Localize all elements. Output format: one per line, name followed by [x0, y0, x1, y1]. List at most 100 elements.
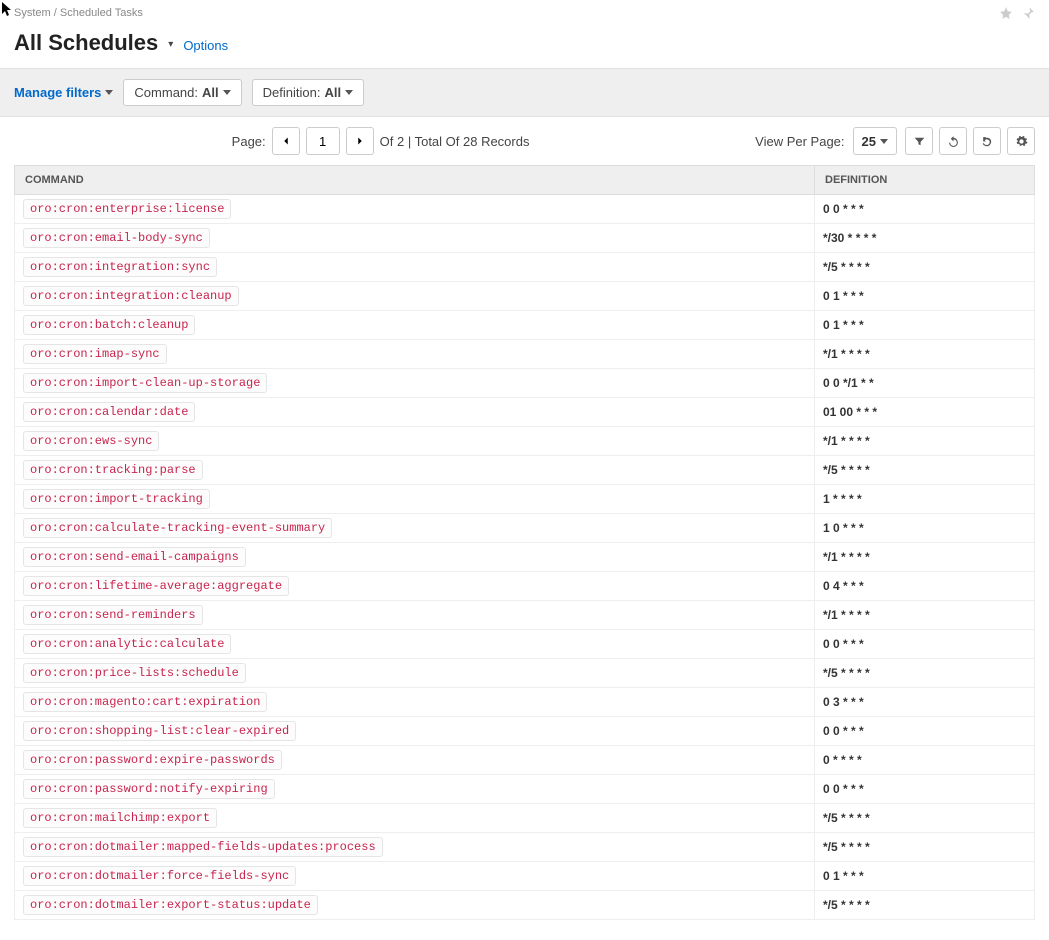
table-row[interactable]: oro:cron:shopping-list:clear-expired 0 0 … [15, 717, 1035, 746]
col-command[interactable]: COMMAND [15, 166, 815, 195]
table-row[interactable]: oro:cron:ews-sync */1 * * * * [15, 427, 1035, 456]
filters-bar: Manage filters Command: All Definition: … [0, 68, 1049, 117]
command-value: oro:cron:email-body-sync [23, 228, 210, 248]
page-title: All Schedules [14, 30, 158, 56]
definition-value: 0 0 * * * [823, 782, 864, 796]
command-value: oro:cron:shopping-list:clear-expired [23, 721, 296, 741]
pin-icon[interactable] [1021, 6, 1035, 20]
filter-command[interactable]: Command: All [123, 79, 241, 106]
per-page-dropdown[interactable]: 25 [853, 127, 897, 155]
breadcrumb-page: Scheduled Tasks [60, 7, 143, 19]
page-label: Page: [232, 134, 266, 149]
definition-value: */5 * * * * [823, 898, 870, 912]
definition-value: 0 3 * * * [823, 695, 864, 709]
table-row[interactable]: oro:cron:lifetime-average:aggregate0 4 *… [15, 572, 1035, 601]
table-row[interactable]: oro:cron:email-body-sync */30 * * * * [15, 224, 1035, 253]
command-value: oro:cron:imap-sync [23, 344, 167, 364]
options-link[interactable]: Options [183, 38, 228, 53]
command-value: oro:cron:mailchimp:export [23, 808, 217, 828]
definition-value: */5 * * * * [823, 666, 870, 680]
table-row[interactable]: oro:cron:integration:cleanup 0 1 * * * [15, 282, 1035, 311]
caret-down-icon [105, 90, 113, 95]
breadcrumb-system[interactable]: System [14, 7, 51, 19]
table-row[interactable]: oro:cron:enterprise:license0 0 * * * [15, 195, 1035, 224]
table-row[interactable]: oro:cron:calendar:date 01 00 * * * [15, 398, 1035, 427]
table-row[interactable]: oro:cron:analytic:calculate 0 0 * * * [15, 630, 1035, 659]
manage-filters-link[interactable]: Manage filters [14, 85, 113, 100]
command-value: oro:cron:price-lists:schedule [23, 663, 246, 683]
definition-value: */5 * * * * [823, 840, 870, 854]
command-value: oro:cron:tracking:parse [23, 460, 203, 480]
command-value: oro:cron:import-tracking [23, 489, 210, 509]
command-value: oro:cron:calculate-tracking-event-summar… [23, 518, 332, 538]
definition-value: */5 * * * * [823, 811, 870, 825]
command-value: oro:cron:batch:cleanup [23, 315, 195, 335]
command-value: oro:cron:analytic:calculate [23, 634, 231, 654]
definition-value: 0 0 */1 * * [823, 376, 874, 390]
cursor-icon [2, 2, 14, 18]
definition-value: */1 * * * * [823, 608, 870, 622]
title-row: All Schedules ▾ Options [0, 24, 1049, 68]
settings-button[interactable] [1007, 127, 1035, 155]
command-value: oro:cron:integration:cleanup [23, 286, 239, 306]
table-row[interactable]: oro:cron:send-email-campaigns */1 * * * * [15, 543, 1035, 572]
table-row[interactable]: oro:cron:tracking:parse */5 * * * * [15, 456, 1035, 485]
table-row[interactable]: oro:cron:send-reminders */1 * * * * [15, 601, 1035, 630]
definition-value: 1 * * * * [823, 492, 862, 506]
definition-value: */5 * * * * [823, 463, 870, 477]
title-dropdown-icon[interactable]: ▾ [168, 39, 173, 50]
page-input[interactable] [306, 127, 340, 155]
definition-value: */1 * * * * [823, 347, 870, 361]
star-icon[interactable] [999, 6, 1013, 20]
page-of-text: Of 2 | Total Of 28 Records [380, 134, 530, 149]
page-prev-button[interactable] [272, 127, 300, 155]
table-row[interactable]: oro:cron:import-clean-up-storage 0 0 */1 … [15, 369, 1035, 398]
definition-value: 0 1 * * * [823, 289, 864, 303]
command-value: oro:cron:password:notify-expiring [23, 779, 275, 799]
table-row[interactable]: oro:cron:mailchimp:export */5 * * * * [15, 804, 1035, 833]
table-row[interactable]: oro:cron:password:notify-expiring 0 0 * *… [15, 775, 1035, 804]
definition-value: 0 1 * * * [823, 869, 864, 883]
table-row[interactable]: oro:cron:integration:sync*/5 * * * * [15, 253, 1035, 282]
command-value: oro:cron:calendar:date [23, 402, 195, 422]
caret-down-icon [880, 139, 888, 144]
grid-toolbar: Page: Of 2 | Total Of 28 Records View Pe… [0, 117, 1049, 165]
definition-value: 01 00 * * * [823, 405, 877, 419]
table-row[interactable]: oro:cron:imap-sync */1 * * * * [15, 340, 1035, 369]
table-row[interactable]: oro:cron:import-tracking 1 * * * * [15, 485, 1035, 514]
command-value: oro:cron:import-clean-up-storage [23, 373, 267, 393]
table-row[interactable]: oro:cron:batch:cleanup 0 1 * * * [15, 311, 1035, 340]
command-value: oro:cron:dotmailer:force-fields-sync [23, 866, 296, 886]
table-row[interactable]: oro:cron:magento:cart:expiration0 3 * * … [15, 688, 1035, 717]
command-value: oro:cron:send-email-campaigns [23, 547, 246, 567]
definition-value: */5 * * * * [823, 260, 870, 274]
table-row[interactable]: oro:cron:dotmailer:force-fields-sync 0 1 … [15, 862, 1035, 891]
col-definition[interactable]: DEFINITION [815, 166, 1035, 195]
command-value: oro:cron:send-reminders [23, 605, 203, 625]
table-row[interactable]: oro:cron:password:expire-passwords0 * * … [15, 746, 1035, 775]
view-per-page-label: View Per Page: [755, 134, 844, 149]
definition-value: 0 1 * * * [823, 318, 864, 332]
command-value: oro:cron:dotmailer:mapped-fields-updates… [23, 837, 383, 857]
table-row[interactable]: oro:cron:price-lists:schedule */5 * * * * [15, 659, 1035, 688]
definition-value: */1 * * * * [823, 434, 870, 448]
filters-toggle-button[interactable] [905, 127, 933, 155]
reset-button[interactable] [973, 127, 1001, 155]
definition-value: 0 * * * * [823, 753, 862, 767]
command-value: oro:cron:ews-sync [23, 431, 159, 451]
filter-definition[interactable]: Definition: All [252, 79, 364, 106]
refresh-button[interactable] [939, 127, 967, 155]
caret-down-icon [345, 90, 353, 95]
definition-value: 0 0 * * * [823, 724, 864, 738]
table-row[interactable]: oro:cron:dotmailer:mapped-fields-updates… [15, 833, 1035, 862]
breadcrumb: System / Scheduled Tasks [0, 0, 1049, 24]
definition-value: */30 * * * * [823, 231, 876, 245]
definition-value: */1 * * * * [823, 550, 870, 564]
definition-value: 0 0 * * * [823, 637, 864, 651]
definition-value: 0 4 * * * [823, 579, 864, 593]
definition-value: 0 0 * * * [823, 202, 864, 216]
table-row[interactable]: oro:cron:calculate-tracking-event-summar… [15, 514, 1035, 543]
datagrid: COMMAND DEFINITION oro:cron:enterprise:l… [14, 165, 1035, 920]
table-row[interactable]: oro:cron:dotmailer:export-status:update*… [15, 891, 1035, 920]
page-next-button[interactable] [346, 127, 374, 155]
